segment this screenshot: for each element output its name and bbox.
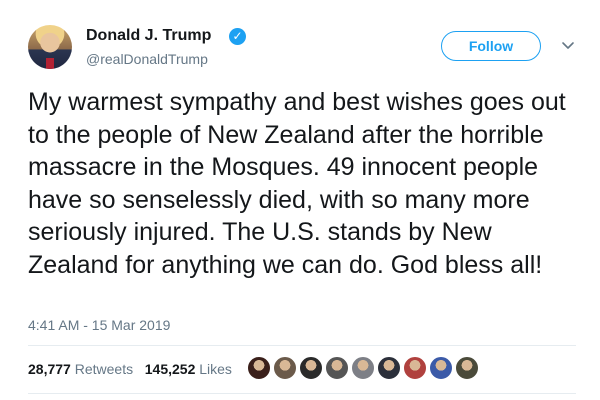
- liker-avatar[interactable]: [298, 355, 324, 381]
- liker-avatar[interactable]: [376, 355, 402, 381]
- liker-avatar[interactable]: [350, 355, 376, 381]
- tweet-stats: 28,777 Retweets 145,252 Likes: [28, 361, 232, 377]
- avatar[interactable]: [28, 25, 72, 69]
- tweet-card: Donald J. Trump ✓ @realDonaldTrump Follo…: [0, 0, 600, 400]
- likes-label: Likes: [199, 361, 232, 377]
- liker-avatar[interactable]: [428, 355, 454, 381]
- liker-avatar[interactable]: [324, 355, 350, 381]
- likes-stat[interactable]: 145,252 Likes: [145, 361, 232, 377]
- divider: [28, 345, 576, 346]
- retweets-stat[interactable]: 28,777 Retweets: [28, 361, 133, 377]
- retweets-count: 28,777: [28, 361, 71, 377]
- author-handle[interactable]: @realDonaldTrump: [86, 51, 208, 67]
- tweet-timestamp[interactable]: 4:41 AM - 15 Mar 2019: [28, 317, 170, 333]
- liker-avatar[interactable]: [246, 355, 272, 381]
- liker-avatar[interactable]: [272, 355, 298, 381]
- liker-avatar[interactable]: [402, 355, 428, 381]
- divider: [28, 393, 576, 394]
- chevron-down-icon[interactable]: [560, 40, 576, 52]
- verified-badge-icon: ✓: [229, 28, 246, 45]
- retweets-label: Retweets: [74, 361, 134, 377]
- tweet-text: My warmest sympathy and best wishes goes…: [28, 88, 566, 279]
- liker-avatar[interactable]: [454, 355, 480, 381]
- author-display-name[interactable]: Donald J. Trump: [86, 27, 211, 45]
- follow-button[interactable]: Follow: [441, 31, 541, 61]
- likes-count: 145,252: [144, 361, 196, 377]
